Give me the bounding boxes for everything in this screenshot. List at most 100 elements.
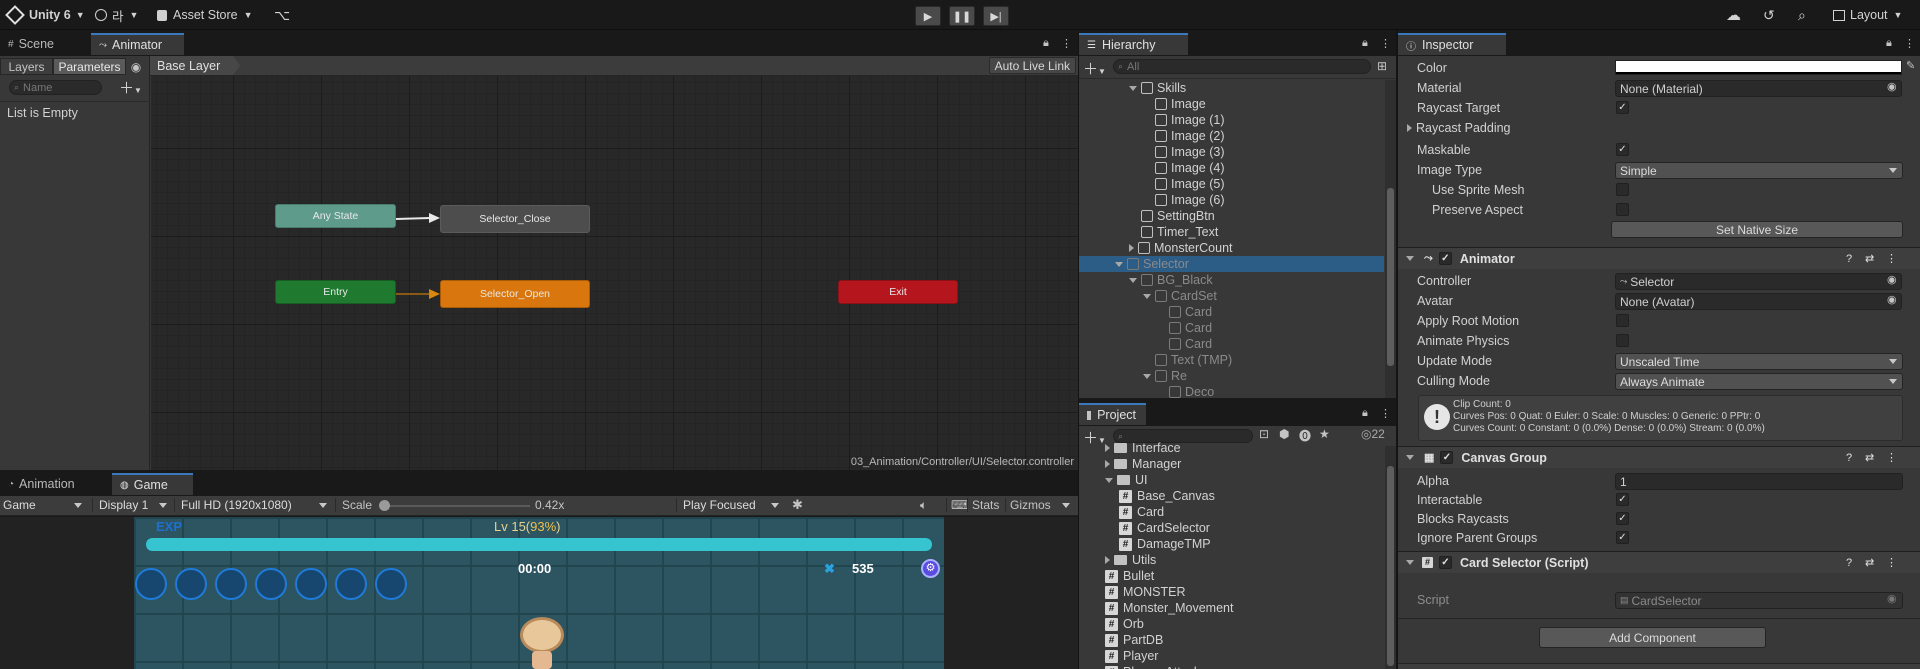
project-item[interactable]: # Card bbox=[1079, 504, 1384, 520]
object-picker-icon[interactable]: ◉ bbox=[1887, 293, 1897, 306]
tab-animation[interactable]: ◔ Animation bbox=[0, 473, 85, 495]
ignore-parent-groups-checkbox[interactable]: ✓ bbox=[1616, 531, 1629, 544]
hierarchy-item[interactable]: Re bbox=[1079, 368, 1384, 384]
project-item[interactable]: # Monster_Movement bbox=[1079, 600, 1384, 616]
raycast-padding-foldout[interactable]: Raycast Padding bbox=[1407, 121, 1511, 135]
project-item[interactable]: Interface bbox=[1079, 440, 1384, 456]
eyedropper-icon[interactable]: ✎ bbox=[1906, 59, 1915, 72]
project-item[interactable]: # MONSTER bbox=[1079, 584, 1384, 600]
animator-enabled-checkbox[interactable]: ✓ bbox=[1438, 252, 1452, 265]
chevron-right-icon[interactable] bbox=[1105, 460, 1110, 468]
chevron-down-icon[interactable] bbox=[1115, 261, 1123, 267]
scale-slider[interactable] bbox=[384, 505, 530, 507]
unity-account-menu[interactable]: Unity 6 ▼ bbox=[5, 0, 85, 30]
hierarchy-item[interactable]: Image (4) bbox=[1079, 160, 1384, 176]
image-type-dropdown[interactable]: Simple bbox=[1615, 162, 1903, 179]
tab-layers[interactable]: Layers bbox=[0, 58, 53, 75]
maskable-checkbox[interactable]: ✓ bbox=[1616, 143, 1629, 156]
add-component-button[interactable]: Add Component bbox=[1539, 627, 1766, 648]
chevron-down-icon[interactable] bbox=[1129, 85, 1137, 91]
history-icon[interactable]: ↺ bbox=[1763, 0, 1775, 30]
version-control-icon[interactable]: ⌥ bbox=[274, 0, 290, 30]
chevron-right-icon[interactable] bbox=[1105, 556, 1110, 564]
hidden-packages-toggle[interactable]: ◎22 bbox=[1361, 427, 1385, 441]
hierarchy-item[interactable]: Card bbox=[1079, 320, 1384, 336]
chevron-down-icon[interactable] bbox=[1129, 277, 1137, 283]
hierarchy-item[interactable]: Image (2) bbox=[1079, 128, 1384, 144]
object-picker-icon[interactable]: ◉ bbox=[1887, 80, 1897, 93]
help-icon[interactable]: ? bbox=[1846, 557, 1852, 569]
hierarchy-item[interactable]: BG_Black bbox=[1079, 272, 1384, 288]
interactable-checkbox[interactable]: ✓ bbox=[1616, 493, 1629, 506]
project-item[interactable]: # DamageTMP bbox=[1079, 536, 1384, 552]
animator-graph-canvas[interactable]: Any State Selector_Close Entry Selector_… bbox=[151, 76, 1078, 470]
help-icon[interactable]: ? bbox=[1846, 253, 1852, 265]
search-filter-icon[interactable]: ⊞ bbox=[1377, 59, 1387, 73]
hierarchy-item[interactable]: Card bbox=[1079, 304, 1384, 320]
alpha-field[interactable]: 1 bbox=[1615, 473, 1903, 490]
breadcrumb[interactable]: Base Layer bbox=[150, 56, 241, 75]
hierarchy-item[interactable]: Skills bbox=[1079, 80, 1384, 96]
create-button[interactable]: ＋▼ bbox=[1083, 58, 1106, 79]
component-menu-icon[interactable]: ⋮ bbox=[1886, 451, 1897, 464]
raycast-target-checkbox[interactable]: ✓ bbox=[1616, 101, 1629, 114]
project-item[interactable]: # PartDB bbox=[1079, 632, 1384, 648]
hierarchy-item[interactable]: SettingBtn bbox=[1079, 208, 1384, 224]
project-item[interactable]: # Orb bbox=[1079, 616, 1384, 632]
game-mode-dropdown[interactable]: Game bbox=[3, 498, 87, 512]
project-item[interactable]: Utils bbox=[1079, 552, 1384, 568]
set-native-size-button[interactable]: Set Native Size bbox=[1611, 221, 1903, 238]
chevron-right-icon[interactable] bbox=[1129, 244, 1134, 252]
canvas-group-enabled-checkbox[interactable]: ✓ bbox=[1440, 451, 1454, 464]
cloud-icon[interactable]: ☁ bbox=[1726, 0, 1741, 30]
pause-button[interactable]: ❚❚ bbox=[949, 6, 975, 26]
search-icon[interactable]: ⌕ bbox=[1798, 0, 1806, 30]
chevron-down-icon[interactable] bbox=[1105, 477, 1113, 483]
project-item[interactable]: # Base_Canvas bbox=[1079, 488, 1384, 504]
project-item[interactable]: # Player bbox=[1079, 648, 1384, 664]
card-selector-enabled-checkbox[interactable]: ✓ bbox=[1439, 556, 1452, 569]
tab-game[interactable]: ◍ Game bbox=[112, 473, 193, 495]
hierarchy-item[interactable]: Timer_Text bbox=[1079, 224, 1384, 240]
controller-field[interactable]: ⤳ Selector bbox=[1615, 273, 1902, 290]
hierarchy-item[interactable]: MonsterCount bbox=[1079, 240, 1384, 256]
use-sprite-mesh-checkbox[interactable] bbox=[1616, 183, 1629, 196]
update-mode-dropdown[interactable]: Unscaled Time bbox=[1615, 353, 1903, 370]
hierarchy-search-input[interactable]: ⌕ All bbox=[1113, 59, 1371, 74]
more-menu-icon[interactable]: ⋮ bbox=[1380, 407, 1391, 420]
lock-icon[interactable]: 🔒︎ bbox=[1362, 37, 1368, 50]
canvas-group-header[interactable]: ▦ ✓ Canvas Group ? ⇄ ⋮ bbox=[1398, 446, 1920, 468]
component-menu-icon[interactable]: ⋮ bbox=[1886, 556, 1897, 569]
gizmos-dropdown[interactable]: Gizmos bbox=[1005, 498, 1075, 512]
animator-component-header[interactable]: ⤳ ✓ Animator ? ⇄ ⋮ bbox=[1398, 247, 1920, 269]
more-menu-icon[interactable]: ⋮ bbox=[1061, 37, 1072, 50]
chevron-down-icon[interactable] bbox=[1143, 373, 1151, 379]
chevron-down-icon[interactable] bbox=[1143, 293, 1151, 299]
play-focused-dropdown[interactable]: Play Focused bbox=[676, 498, 784, 512]
tab-scene[interactable]: # Scene bbox=[0, 33, 64, 55]
step-button[interactable]: ▶| bbox=[983, 6, 1009, 26]
blocks-raycasts-checkbox[interactable]: ✓ bbox=[1616, 512, 1629, 525]
tab-hierarchy[interactable]: ☰ Hierarchy bbox=[1079, 33, 1188, 55]
object-picker-icon[interactable]: ◉ bbox=[1887, 273, 1897, 286]
color-field[interactable] bbox=[1615, 60, 1902, 75]
stats-button[interactable]: Stats bbox=[967, 498, 999, 512]
hierarchy-item[interactable]: Image bbox=[1079, 96, 1384, 112]
animate-physics-checkbox[interactable] bbox=[1616, 334, 1629, 347]
component-menu-icon[interactable]: ⋮ bbox=[1886, 252, 1897, 265]
avatar-field[interactable]: None (Avatar) bbox=[1615, 293, 1902, 310]
favorite-icon[interactable]: ★ bbox=[1319, 427, 1330, 441]
tab-animator[interactable]: ⤳ Animator bbox=[91, 33, 184, 55]
scale-slider-handle[interactable] bbox=[379, 500, 390, 511]
display-dropdown[interactable]: Display 1 bbox=[92, 498, 172, 512]
mute-audio-icon[interactable]: 🔈︎ bbox=[920, 498, 927, 513]
preset-icon[interactable]: ⇄ bbox=[1865, 556, 1874, 569]
lock-icon[interactable]: 🔒︎ bbox=[1886, 37, 1892, 50]
hierarchy-item[interactable]: Selector bbox=[1079, 256, 1384, 272]
account-button[interactable]: 라 ▼ bbox=[95, 0, 138, 30]
material-field[interactable]: None (Material) bbox=[1615, 80, 1902, 97]
tab-project[interactable]: Project bbox=[1079, 403, 1146, 425]
more-menu-icon[interactable]: ⋮ bbox=[1904, 37, 1915, 50]
bug-icon[interactable]: ✱ bbox=[792, 497, 803, 513]
hierarchy-item[interactable]: Text (TMP) bbox=[1079, 352, 1384, 368]
